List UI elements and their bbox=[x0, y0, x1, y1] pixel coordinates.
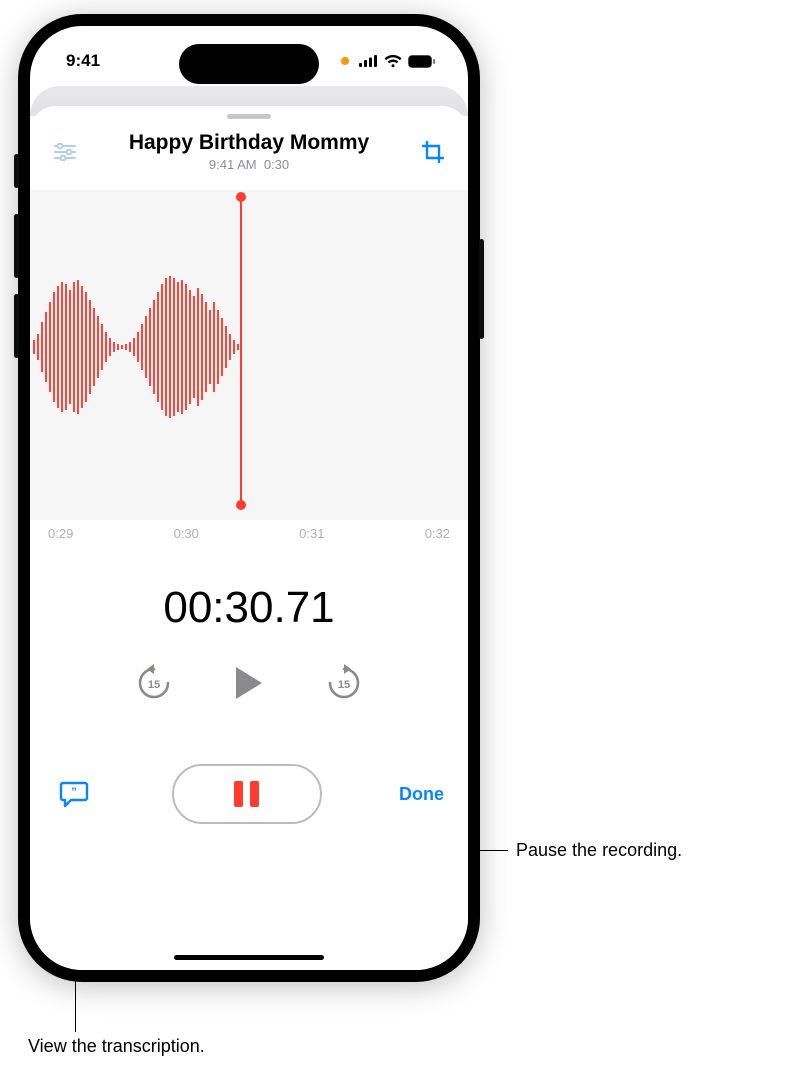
volume-up-button bbox=[14, 214, 19, 278]
cellular-icon bbox=[359, 55, 378, 67]
dynamic-island bbox=[179, 44, 319, 84]
waveform-icon bbox=[30, 262, 240, 432]
status-time: 9:41 bbox=[66, 51, 100, 71]
crop-icon[interactable] bbox=[416, 135, 450, 169]
waveform-area[interactable] bbox=[30, 190, 468, 520]
volume-down-button bbox=[14, 294, 19, 358]
recording-sheet: Happy Birthday Mommy 9:41 AM 0:30 bbox=[30, 106, 468, 970]
tick-label: 0:31 bbox=[299, 526, 324, 541]
callout-pause: Pause the recording. bbox=[516, 840, 682, 861]
settings-icon[interactable] bbox=[48, 135, 82, 169]
screen: 9:41 Happy Birthday Mommy 9:41 AM 0:30 bbox=[30, 26, 468, 970]
status-right bbox=[341, 55, 436, 68]
elapsed-time: 00:30.71 bbox=[30, 583, 468, 633]
playback-controls: 15 15 bbox=[30, 663, 468, 708]
tick-label: 0:30 bbox=[174, 526, 199, 541]
skip-back-button[interactable]: 15 bbox=[136, 663, 172, 708]
sheet-grabber[interactable] bbox=[227, 114, 271, 119]
tick-label: 0:29 bbox=[48, 526, 73, 541]
recording-indicator-dot bbox=[341, 57, 349, 65]
power-button bbox=[479, 239, 484, 339]
recording-duration: 0:30 bbox=[264, 157, 289, 172]
transcription-button[interactable]: ” bbox=[54, 777, 94, 811]
pause-button[interactable] bbox=[172, 764, 322, 824]
skip-back-label: 15 bbox=[148, 679, 160, 691]
done-button[interactable]: Done bbox=[399, 784, 444, 805]
skip-forward-button[interactable]: 15 bbox=[326, 663, 362, 708]
playhead[interactable] bbox=[240, 196, 242, 506]
pause-icon bbox=[234, 781, 259, 807]
svg-text:”: ” bbox=[71, 786, 77, 798]
skip-forward-label: 15 bbox=[338, 679, 350, 691]
recording-title: Happy Birthday Mommy bbox=[82, 131, 416, 155]
header-row: Happy Birthday Mommy 9:41 AM 0:30 bbox=[30, 131, 468, 172]
phone-frame: 9:41 Happy Birthday Mommy 9:41 AM 0:30 bbox=[18, 14, 480, 982]
bottom-controls: ” Done bbox=[30, 764, 468, 824]
battery-icon bbox=[408, 55, 436, 68]
home-indicator[interactable] bbox=[174, 955, 324, 960]
recording-subtitle: 9:41 AM 0:30 bbox=[82, 157, 416, 172]
time-ticks: 0:29 0:30 0:31 0:32 bbox=[30, 520, 468, 541]
play-button[interactable] bbox=[232, 664, 266, 707]
side-button bbox=[14, 154, 19, 188]
callout-transcription: View the transcription. bbox=[28, 1036, 205, 1057]
tick-label: 0:32 bbox=[425, 526, 450, 541]
title-block: Happy Birthday Mommy 9:41 AM 0:30 bbox=[82, 131, 416, 172]
wifi-icon bbox=[384, 55, 402, 68]
recording-timestamp: 9:41 AM bbox=[209, 157, 257, 172]
